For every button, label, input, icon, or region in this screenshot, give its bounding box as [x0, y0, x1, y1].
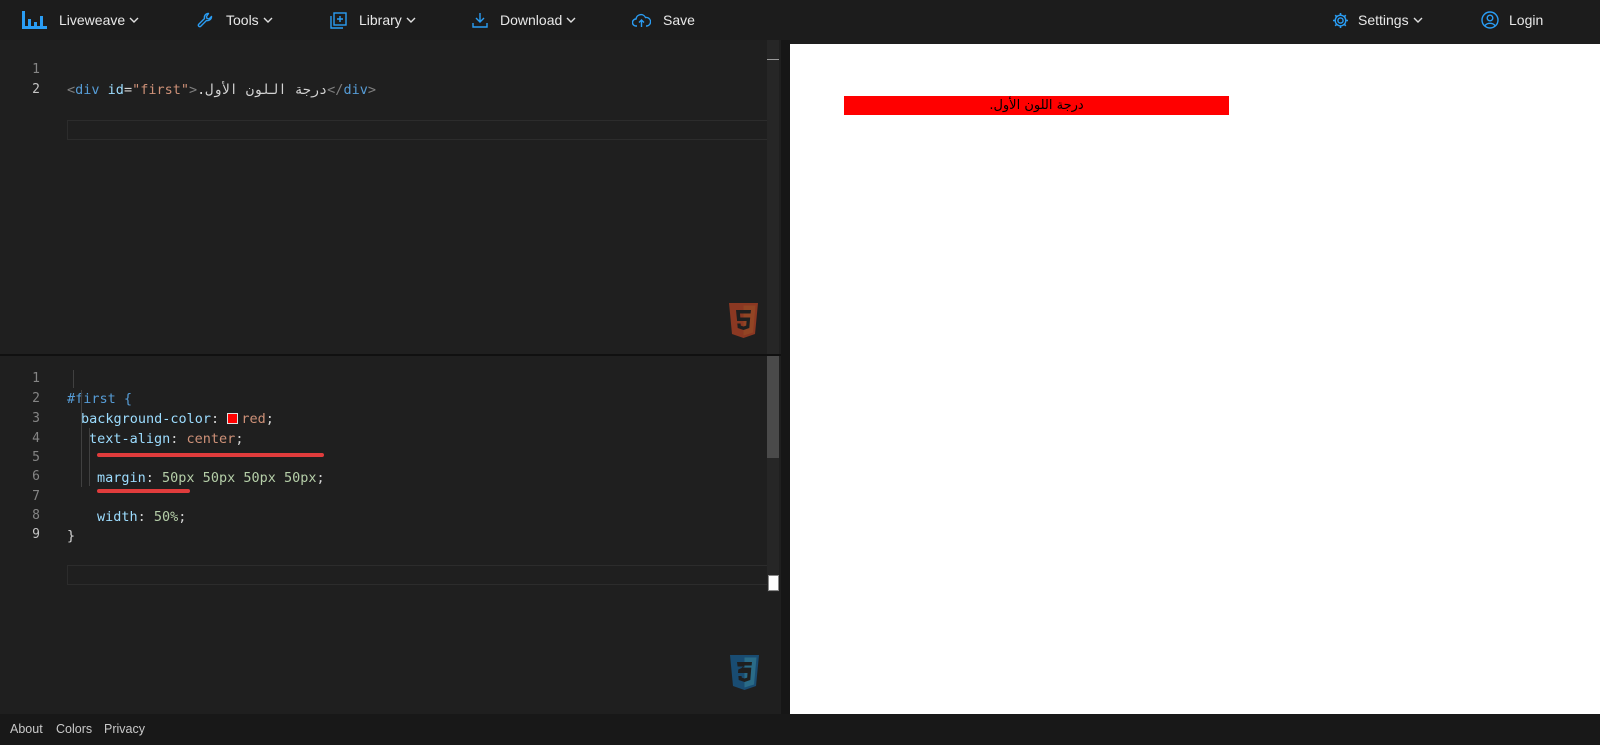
line-number: 2 — [32, 82, 40, 97]
margin-highlight-underline — [97, 453, 324, 457]
chevron-down-icon — [406, 17, 416, 23]
code-token: > — [188, 82, 198, 98]
chevron-down-icon — [1413, 17, 1423, 23]
download-icon — [472, 12, 488, 28]
chevron-down-icon — [566, 17, 576, 23]
code-token: id — [107, 82, 124, 98]
code-line[interactable]: 3 text-align: center; — [0, 389, 781, 447]
code-token: "first" — [132, 82, 189, 98]
footer-link-privacy[interactable]: Privacy — [104, 714, 145, 745]
code-token: </ — [327, 82, 344, 98]
html5-icon — [728, 303, 759, 343]
code-line[interactable]: 9 — [0, 505, 781, 585]
add-library-icon — [330, 11, 347, 29]
cursor-line-highlight — [67, 565, 779, 585]
scrollbar[interactable] — [767, 40, 779, 354]
download-menu[interactable]: Download — [472, 0, 576, 40]
login-button[interactable]: Login — [1481, 0, 1543, 40]
code-token: div — [75, 82, 100, 98]
indent-guide — [89, 428, 90, 486]
code-token: div — [343, 82, 368, 98]
gear-icon — [1332, 12, 1349, 29]
indent-guide — [81, 390, 82, 487]
code-line[interactable]: 5 margin: 50px 50px 50px 50px; — [0, 428, 781, 486]
user-circle-icon — [1481, 11, 1499, 29]
code-token: < — [67, 82, 76, 98]
settings-label: Settings — [1358, 12, 1409, 28]
html-editor[interactable]: 1 <div id="first">درجة اللون الأول.</div… — [0, 40, 781, 354]
code-line[interactable]: 2 — [0, 60, 781, 140]
footer-link-colors[interactable]: Colors — [56, 714, 92, 745]
code-token: = — [123, 82, 133, 98]
library-label: Library — [359, 12, 402, 28]
preview-pane: درجة اللون الأول. — [790, 44, 1600, 714]
cloud-upload-icon — [632, 13, 651, 28]
liveweave-logo-icon — [22, 11, 47, 29]
vertical-splitter[interactable] — [781, 40, 790, 714]
top-nav-bar: Liveweave Tools Library Download Save Se… — [0, 0, 1600, 40]
cursor-line-highlight — [67, 120, 779, 140]
code-line[interactable]: 2 background-color: red; — [0, 369, 781, 427]
scrollbar-handle[interactable] — [768, 575, 779, 591]
preview-first-div: درجة اللون الأول. — [844, 96, 1229, 115]
code-line[interactable]: 7 width: 50%; — [0, 467, 781, 525]
tools-menu[interactable]: Tools — [197, 0, 273, 40]
scrollbar-thumb[interactable] — [767, 356, 779, 458]
brand-label: Liveweave — [59, 12, 126, 28]
code-token: درجة اللون الأول. — [197, 82, 328, 98]
library-menu[interactable]: Library — [330, 0, 416, 40]
code-line[interactable]: 4 — [0, 409, 781, 446]
line-number: 9 — [32, 527, 40, 542]
settings-menu[interactable]: Settings — [1332, 0, 1423, 40]
code-line[interactable]: 1 #first { — [0, 356, 781, 407]
css3-icon — [729, 655, 760, 695]
chevron-down-icon — [129, 17, 139, 23]
indent-guide — [73, 370, 74, 388]
css-editor[interactable]: 1 #first { 2 background-color: red; 3 te… — [0, 356, 781, 714]
footer: About Colors Privacy — [0, 714, 1600, 745]
width-highlight-underline — [97, 489, 190, 493]
save-button[interactable]: Save — [632, 0, 695, 40]
download-label: Download — [500, 12, 563, 28]
code-token: > — [367, 82, 376, 98]
footer-link-about[interactable]: About — [10, 714, 43, 745]
save-label: Save — [663, 12, 695, 28]
code-line[interactable]: 1 <div id="first">درجة اللون الأول.</div… — [0, 40, 781, 98]
code-text[interactable]: } — [67, 526, 75, 546]
tools-label: Tools — [226, 12, 259, 28]
wrench-icon — [197, 12, 214, 29]
code-line[interactable]: 6 — [0, 447, 781, 484]
scrollbar-thumb[interactable] — [767, 59, 779, 60]
code-text[interactable]: <div id="first">درجة اللون الأول.</div> — [67, 80, 376, 100]
login-label: Login — [1509, 12, 1544, 28]
chevron-down-icon — [263, 17, 273, 23]
brand-menu[interactable]: Liveweave — [22, 0, 139, 40]
